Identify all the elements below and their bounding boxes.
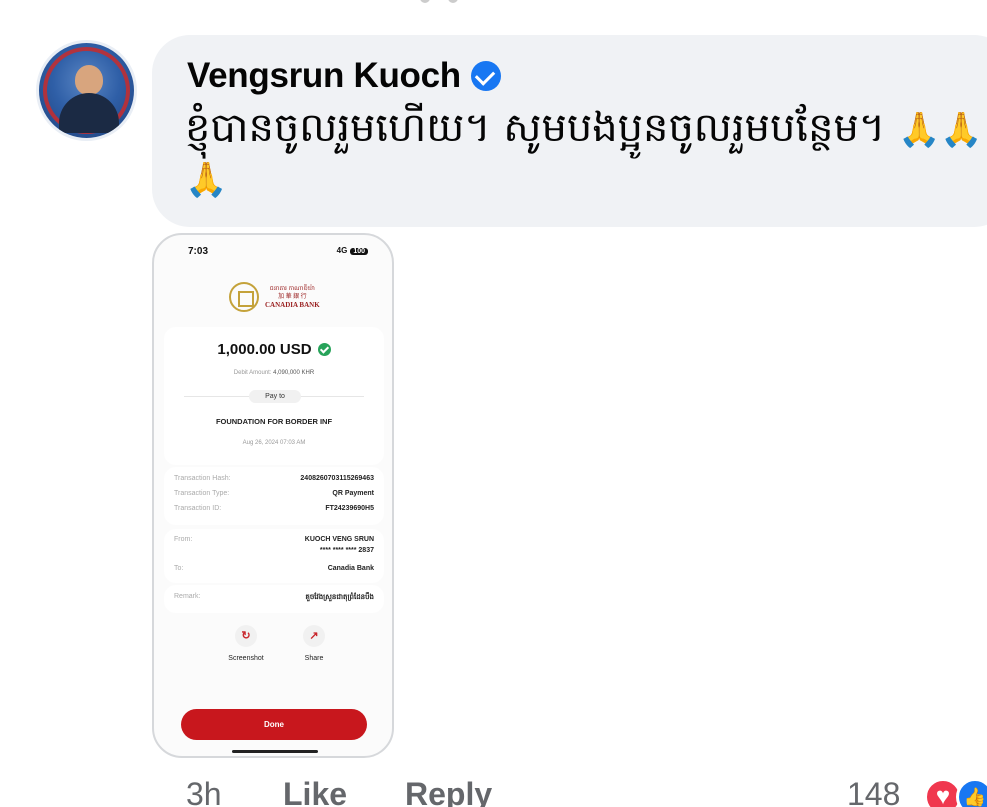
home-indicator xyxy=(232,750,318,753)
bank-name-cn: 加 華 銀 行 xyxy=(278,294,307,300)
bank-logo: ធនាគារ កាណាឌីយ៉ា 加 華 銀 行 CANADIA BANK xyxy=(229,282,320,312)
parties-card: From: KUOCH VENG SRUN **** **** **** 2837… xyxy=(164,529,384,583)
done-button[interactable]: Done xyxy=(181,709,367,740)
success-check-icon xyxy=(317,343,331,356)
reply-button[interactable]: Reply xyxy=(405,776,492,807)
like-button[interactable]: Like xyxy=(283,776,347,807)
amount-card: 1,000.00 USD Debit Amount: 4,090,000 KHR… xyxy=(164,327,384,465)
screenshot-action[interactable]: ↻ Screenshot xyxy=(216,625,276,662)
transaction-hash-row: Transaction Hash: 2408260703115269463 xyxy=(174,475,374,482)
author-row: Vengsrun Kuoch xyxy=(187,56,501,96)
reaction-count[interactable]: 148 xyxy=(847,776,900,807)
debit-amount: Debit Amount: 4,090,000 KHR xyxy=(233,370,315,376)
previous-comment-stub xyxy=(420,0,500,4)
author-avatar[interactable] xyxy=(36,40,137,141)
phone-status-bar: 7:03 4G 100 xyxy=(154,235,392,261)
amount: 1,000.00 USD xyxy=(217,341,312,358)
status-time: 7:03 xyxy=(188,246,209,257)
receipt-screenshot[interactable]: 7:03 4G 100 ធនាគារ កាណាឌីយ៉ា 加 華 銀 行 CANA… xyxy=(152,233,394,758)
remark-row: Remark: គួចវែងស្រួនជាតុព្រំដែនបឹង xyxy=(174,593,374,601)
screenshot-icon: ↻ xyxy=(235,625,257,647)
comment-text: ខ្ញុំបានចូលរួមហើយ។ សូមបងប្អូនចូលរួមបន្ថែ… xyxy=(185,104,985,204)
transaction-details-card: Transaction Hash: 2408260703115269463 Tra… xyxy=(164,467,384,525)
verified-badge-icon xyxy=(470,61,501,91)
transaction-type-row: Transaction Type: QR Payment xyxy=(174,490,374,497)
comment-timestamp[interactable]: 3h xyxy=(186,776,222,807)
bank-seal-icon xyxy=(229,282,259,312)
author-name[interactable]: Vengsrun Kuoch xyxy=(187,56,461,96)
remark-card: Remark: គួចវែងស្រួនជាតុព្រំដែនបឹង xyxy=(164,585,384,613)
bank-name-kh: ធនាគារ កាណាឌីយ៉ា xyxy=(269,286,315,292)
bank-name-en: CANADIA BANK xyxy=(265,301,320,309)
payment-date: Aug 26, 2024 07:03 AM xyxy=(242,440,306,446)
comment-body: ខ្ញុំបានចូលរួមហើយ។ សូមបងប្អូនចូលរួមបន្ថែ… xyxy=(185,105,886,151)
comment-actions: 3h Like Reply 148 ♥ 👍 xyxy=(0,770,987,807)
from-account: **** **** **** 2837 xyxy=(319,547,374,554)
share-arrow-icon: ↗ xyxy=(303,625,325,647)
like-reaction-icon: 👍 xyxy=(956,778,987,807)
transaction-id-row: Transaction ID: FT24239690H5 xyxy=(174,505,374,512)
share-action[interactable]: ↗ Share xyxy=(284,625,344,662)
payee-name: FOUNDATION FOR BORDER INF xyxy=(215,417,333,426)
pay-to-pill: Pay to xyxy=(249,390,301,403)
status-signal: 4G 100 xyxy=(337,246,368,255)
battery-icon: 100 xyxy=(350,248,368,255)
to-row: To: Canadia Bank xyxy=(174,565,374,572)
